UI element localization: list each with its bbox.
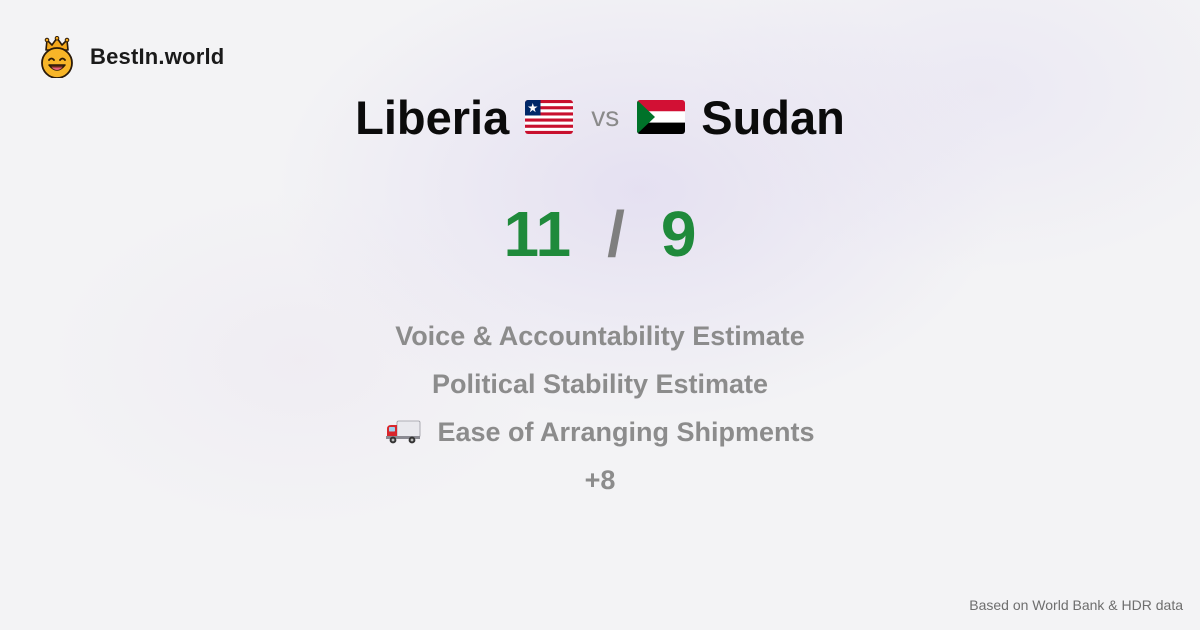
score-row: 11 / 9 bbox=[0, 196, 1200, 272]
metric-item: Voice & Accountability Estimate bbox=[395, 312, 805, 360]
sudan-flag-icon bbox=[637, 100, 686, 134]
metric-label: +8 bbox=[584, 464, 616, 495]
brand-name: BestIn.world bbox=[90, 44, 225, 69]
metric-label: Ease of Arranging Shipments bbox=[437, 416, 815, 447]
crowned-smiley-icon bbox=[41, 36, 73, 78]
score-separator: / bbox=[607, 198, 625, 270]
delivery-truck-icon bbox=[386, 420, 421, 444]
right-country-name: Sudan bbox=[701, 90, 845, 144]
metric-label: Voice & Accountability Estimate bbox=[395, 320, 805, 351]
vs-label: vs bbox=[591, 101, 620, 132]
brand[interactable]: BestIn.world bbox=[38, 36, 224, 78]
metric-label: Political Stability Estimate bbox=[431, 368, 769, 399]
metric-list: Voice & Accountability Estimate Politica… bbox=[0, 312, 1200, 504]
left-country-name: Liberia bbox=[355, 90, 510, 144]
metric-item: Ease of Arranging Shipments bbox=[385, 408, 815, 456]
metric-item: Political Stability Estimate bbox=[432, 360, 768, 408]
comparison-title: Liberia vs Sudan bbox=[0, 86, 1200, 148]
more-metrics-count: +8 bbox=[585, 456, 616, 504]
data-source-note: Based on World Bank & HDR data bbox=[969, 597, 1183, 613]
liberia-flag-icon bbox=[525, 100, 574, 134]
right-score: 9 bbox=[660, 198, 697, 270]
left-score: 11 bbox=[503, 198, 572, 270]
